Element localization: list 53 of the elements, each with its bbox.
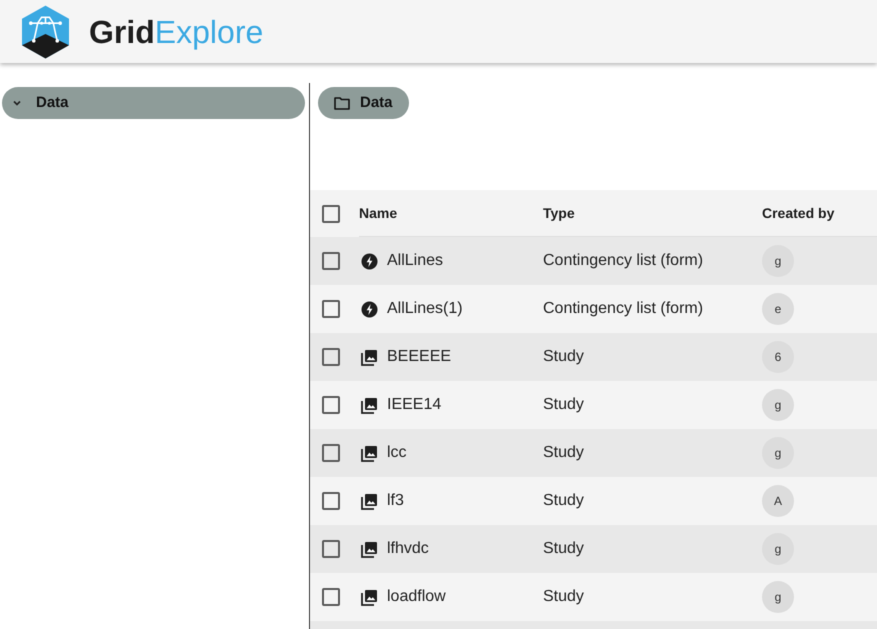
row-checkbox[interactable] [322, 348, 340, 366]
image-stack-icon [361, 396, 378, 414]
file-type: Study [543, 492, 584, 509]
row-checkbox[interactable] [322, 444, 340, 462]
file-name: lfhvdc [387, 539, 429, 559]
image-stack-icon [361, 492, 378, 510]
file-name: lf3 [387, 491, 404, 511]
row-checkbox[interactable] [322, 396, 340, 414]
row-checkbox[interactable] [322, 252, 340, 270]
file-name: AllLines [387, 251, 444, 271]
user-avatar: g [762, 581, 794, 613]
tree-item[interactable]: Data [2, 87, 305, 119]
lightning-bolt-icon [361, 300, 378, 318]
user-avatar: e [762, 293, 794, 325]
table-row[interactable]: AllLines(1) Contingency list (form) e [310, 285, 877, 333]
user-avatar: A [762, 485, 794, 517]
row-checkbox[interactable] [322, 540, 340, 558]
file-type: Study [543, 348, 584, 365]
column-header[interactable]: Created by [762, 202, 834, 224]
row-checkbox[interactable] [322, 300, 340, 318]
file-type: Study [543, 444, 584, 461]
image-stack-icon [361, 540, 378, 558]
file-type: Study [543, 396, 584, 413]
folder-icon [334, 96, 350, 110]
image-stack-icon [361, 588, 378, 606]
row-checkbox[interactable] [322, 492, 340, 510]
app-title: GridExplore [89, 16, 264, 48]
file-type: Study [543, 540, 584, 557]
file-name: lcc [387, 443, 407, 463]
user-avatar: 6 [762, 341, 794, 373]
table-row[interactable]: lf3 Study A [310, 477, 877, 525]
table-row[interactable]: loadflow Study g [310, 573, 877, 621]
table-row[interactable]: IEEE14 Study g [310, 381, 877, 429]
user-avatar: g [762, 437, 794, 469]
user-avatar: g [762, 245, 794, 277]
file-name: AllLines(1) [387, 299, 463, 319]
image-stack-icon [361, 444, 378, 462]
user-avatar: g [762, 389, 794, 421]
file-name: loadflow [387, 587, 446, 607]
row-checkbox[interactable] [322, 588, 340, 606]
file-type: Contingency list (form) [543, 252, 704, 269]
select-all-checkbox[interactable] [322, 204, 340, 222]
file-type: Study [543, 588, 584, 605]
column-header[interactable]: Name [359, 202, 398, 224]
breadcrumb-chip[interactable]: Data [318, 87, 409, 119]
logo-icon [22, 4, 69, 58]
user-avatar: g [762, 533, 794, 565]
file-name: BEEEEE [387, 347, 452, 367]
file-name: IEEE14 [387, 395, 442, 415]
image-stack-icon [361, 348, 378, 366]
file-type: Contingency list (form) [543, 300, 704, 317]
lightning-bolt-icon [361, 252, 378, 270]
column-header[interactable]: Type [543, 202, 575, 224]
